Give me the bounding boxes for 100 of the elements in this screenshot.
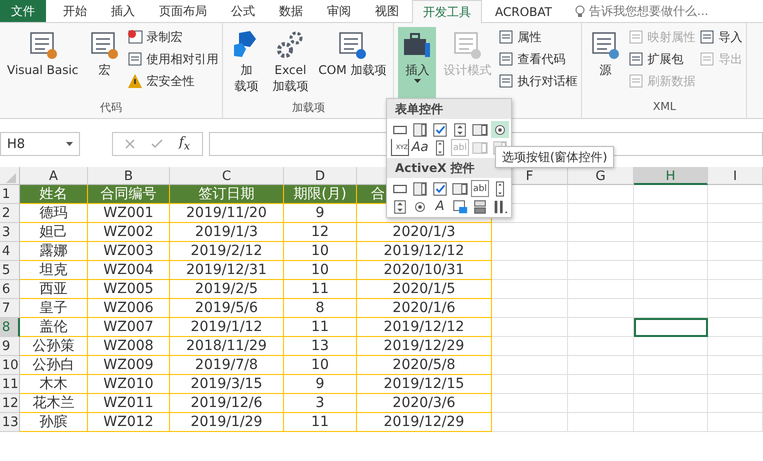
ribbon-tab[interactable]: 数据 <box>268 0 314 22</box>
table-cell <box>708 394 763 413</box>
table-cell: 2019/11/20 <box>170 204 284 223</box>
row-header[interactable]: 8 <box>0 318 20 337</box>
table-cell <box>568 356 634 375</box>
row-header[interactable]: 13 <box>0 413 20 432</box>
menu-section-title: 表单控件 <box>387 99 511 119</box>
table-cell: 孙膑 <box>20 413 88 432</box>
ribbon-button[interactable]: 扩展包 <box>628 49 696 69</box>
tell-me-field[interactable]: 告诉我您想要做什么... <box>589 2 708 20</box>
ribbon-button[interactable]: 宏安全性 <box>127 71 218 91</box>
row-header[interactable]: 4 <box>0 242 20 261</box>
table-cell <box>708 356 763 375</box>
row-header[interactable]: 7 <box>0 299 20 318</box>
combo-control-icon[interactable] <box>411 121 429 138</box>
column-header[interactable]: G <box>568 167 634 185</box>
ribbon-tab[interactable]: 文件 <box>0 0 46 22</box>
ribbon-button[interactable]: 导入 <box>699 27 742 47</box>
table-cell: 13 <box>284 337 357 356</box>
table-cell <box>708 318 763 337</box>
column-header[interactable]: D <box>284 167 357 185</box>
table-cell <box>708 337 763 356</box>
table-cell: 10 <box>284 242 357 261</box>
ribbon-button[interactable]: 加 载项 <box>227 27 266 100</box>
caret-icon <box>414 79 421 83</box>
table-cell <box>568 223 634 242</box>
table-cell: 露娜 <box>20 242 88 261</box>
table-cell <box>568 185 634 204</box>
ribbon-tab[interactable]: 开始 <box>52 0 98 22</box>
row-header[interactable]: 11 <box>0 375 20 394</box>
table-cell: 3 <box>284 394 357 413</box>
column-header[interactable]: C <box>170 167 284 185</box>
table-cell: WZ001 <box>88 204 170 223</box>
row-header[interactable]: 1 <box>0 185 20 204</box>
table-cell: WZ012 <box>88 413 170 432</box>
table-cell: 2019/12/6 <box>170 394 284 413</box>
check-control-icon[interactable] <box>431 180 449 197</box>
list-control-icon[interactable] <box>471 121 489 138</box>
table-cell <box>568 318 634 337</box>
row-header[interactable]: 9 <box>0 337 20 356</box>
table-cell: WZ002 <box>88 223 170 242</box>
table-cell: 花木兰 <box>20 394 88 413</box>
ribbon-tab[interactable]: 视图 <box>364 0 410 22</box>
table-cell: 签订日期 <box>170 185 284 204</box>
list-control-icon[interactable] <box>451 180 469 197</box>
table-cell: 姓名 <box>20 185 88 204</box>
ribbon-button[interactable]: 录制宏 <box>127 27 218 47</box>
column-header[interactable]: I <box>708 167 763 185</box>
row-header[interactable]: 2 <box>0 204 20 223</box>
table-cell: WZ006 <box>88 299 170 318</box>
column-header[interactable]: H <box>634 167 708 185</box>
table-cell: 2019/2/12 <box>170 242 284 261</box>
insert-function-button[interactable]: f$_{x}$ <box>179 135 190 153</box>
row-header[interactable]: 5 <box>0 261 20 280</box>
row-header[interactable]: 6 <box>0 280 20 299</box>
ribbon-button[interactable]: Excel 加载项 <box>269 27 312 100</box>
ribbon-button[interactable]: 执行对话框 <box>498 71 578 91</box>
spin-control-icon[interactable] <box>391 198 409 215</box>
ribbon-tab[interactable]: 插入 <box>100 0 146 22</box>
table-cell: 公孙白 <box>20 356 88 375</box>
table-cell: WZ007 <box>88 318 170 337</box>
column-header[interactable]: B <box>88 167 170 185</box>
row-header[interactable]: 3 <box>0 223 20 242</box>
ribbon-button[interactable]: 查看代码 <box>498 49 578 69</box>
table-cell <box>568 261 634 280</box>
table-cell: 10 <box>284 261 357 280</box>
table-cell <box>568 299 634 318</box>
table-cell: 2019/1/29 <box>170 413 284 432</box>
ribbon-button[interactable]: 插入 <box>398 27 436 100</box>
row-header[interactable]: 10 <box>0 356 20 375</box>
ribbon-button[interactable]: 属性 <box>498 27 578 47</box>
image-control-icon[interactable] <box>451 198 469 215</box>
ribbon-tab[interactable]: ACROBAT <box>484 0 563 22</box>
table-cell <box>708 204 763 223</box>
ribbon-tab[interactable]: 开发工具 <box>412 0 482 23</box>
table-cell: WZ008 <box>88 337 170 356</box>
spin-control-icon[interactable] <box>451 121 469 138</box>
name-box[interactable]: H8 <box>0 132 80 156</box>
row-header[interactable]: 12 <box>0 394 20 413</box>
ribbon-tab[interactable]: 审阅 <box>316 0 362 22</box>
table-cell: WZ011 <box>88 394 170 413</box>
table-cell: 2019/1/3 <box>170 223 284 242</box>
table-cell: WZ010 <box>88 375 170 394</box>
combo-control-icon[interactable] <box>411 180 429 197</box>
ribbon-button[interactable]: 源 <box>586 27 624 100</box>
table-cell <box>708 299 763 318</box>
ribbon-button[interactable]: 宏 <box>85 27 124 100</box>
column-header[interactable]: A <box>20 167 88 185</box>
ribbon-button[interactable]: Visual Basic <box>4 27 82 100</box>
label-control-icon[interactable]: Aa <box>411 139 429 156</box>
table-cell: 2020/10/31 <box>357 261 492 280</box>
textfield-control-icon[interactable]: abl <box>471 180 489 197</box>
table-cell: 2019/12/29 <box>357 413 492 432</box>
ribbon-tab[interactable]: 页面布局 <box>148 0 218 22</box>
check-control-icon[interactable] <box>431 121 449 138</box>
ribbon-button[interactable]: COM 加载项 <box>315 27 390 100</box>
toggle-control-icon[interactable] <box>471 198 489 215</box>
ribbon-tab[interactable]: 公式 <box>220 0 266 22</box>
radio-control-icon[interactable] <box>491 121 509 138</box>
ribbon-button[interactable]: 使用相对引用 <box>127 49 218 69</box>
